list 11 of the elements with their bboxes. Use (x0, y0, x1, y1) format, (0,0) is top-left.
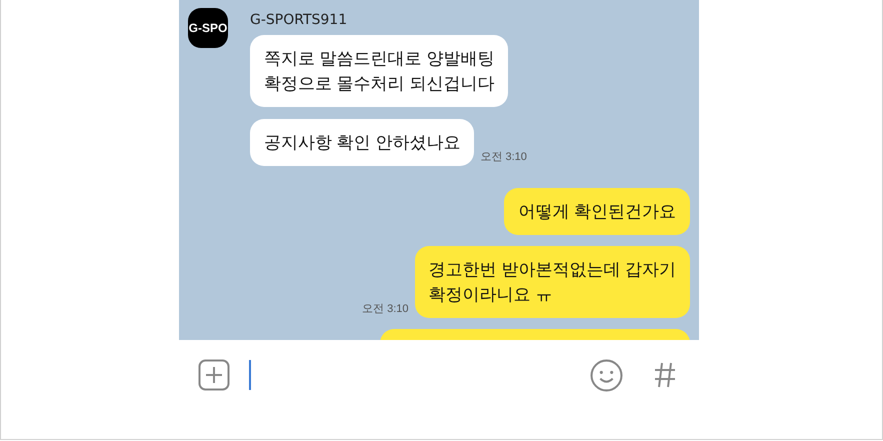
sender-name: G-SPORTS911 (250, 12, 348, 28)
message-bubble: 경고한번 받아본적없는데 갑자기 확정이라니요 ㅠ (414, 246, 690, 318)
message-time: 오전 3:10 (362, 302, 409, 316)
message-time: 오전 3:10 (480, 150, 527, 164)
message-bubble: 어떻게 확인된건가요 (504, 188, 690, 235)
message-bubble: 공지사항 확인 안하셨나요 (250, 119, 474, 166)
smiley-icon[interactable] (590, 358, 623, 392)
message-bubble: 쪽지로 말씀드린대로 양발배팅 확정으로 몰수처리 되신겁니다 (250, 35, 508, 107)
hashtag-icon[interactable] (654, 362, 676, 388)
add-icon[interactable] (198, 359, 230, 391)
avatar: G-SPO (188, 8, 228, 48)
